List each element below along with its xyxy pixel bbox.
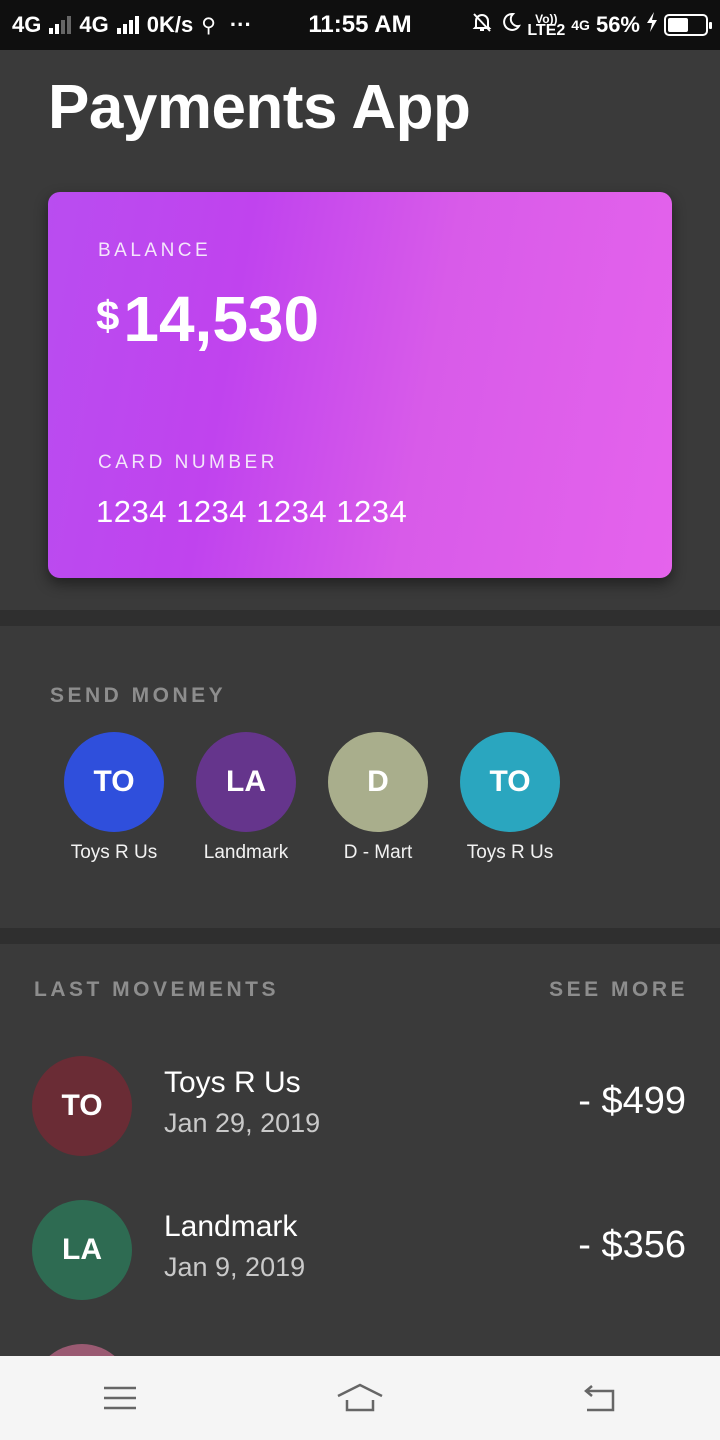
send-money-label: SEND MONEY bbox=[50, 684, 227, 707]
movement-avatar: LA bbox=[32, 1200, 132, 1300]
last-movements-label: LAST MOVEMENTS bbox=[34, 978, 280, 1001]
battery-percent: 56% bbox=[595, 12, 640, 37]
charging-icon bbox=[646, 11, 658, 39]
do-not-disturb-icon bbox=[499, 11, 522, 39]
contact-avatar[interactable]: LA bbox=[196, 732, 296, 832]
balance-label: BALANCE bbox=[98, 240, 212, 261]
see-more-link[interactable]: SEE MORE bbox=[549, 978, 688, 1002]
contact-item[interactable]: D D - Mart bbox=[318, 732, 438, 864]
usb-icon: ⚲ bbox=[201, 14, 216, 37]
movement-name: Toys R Us bbox=[164, 1066, 301, 1099]
contact-name: D - Mart bbox=[343, 842, 413, 863]
card-number: 1234 1234 1234 1234 bbox=[96, 494, 408, 529]
contact-avatar[interactable]: D bbox=[328, 732, 428, 832]
home-icon bbox=[337, 1383, 383, 1412]
battery-fill bbox=[668, 18, 689, 32]
movement-amount: - $356 bbox=[578, 1224, 686, 1266]
lte-text: LTE2 bbox=[527, 21, 566, 39]
list-item[interactable]: LA Landmark Jan 9, 2019 - $356 bbox=[0, 1200, 720, 1300]
network-type-1: 4G bbox=[12, 12, 42, 37]
balance-value: 14,530 bbox=[123, 283, 320, 355]
volte-indicator: Vo)) LTE2 bbox=[527, 13, 566, 39]
back-icon bbox=[584, 1385, 615, 1412]
home-button[interactable] bbox=[320, 1368, 400, 1428]
status-right: Vo)) LTE2 4G 56% bbox=[471, 11, 712, 39]
network-type-3: 4G bbox=[571, 16, 590, 33]
movement-amount: - $499 bbox=[578, 1080, 686, 1122]
movement-date: Jan 29, 2019 bbox=[164, 1108, 321, 1138]
contact-avatar[interactable]: TO bbox=[64, 732, 164, 832]
battery-icon bbox=[664, 14, 712, 36]
back-button[interactable] bbox=[560, 1368, 640, 1428]
contact-item[interactable]: TO Toys R Us bbox=[450, 732, 570, 864]
signal-icon-2 bbox=[116, 16, 139, 34]
movement-name: Landmark bbox=[164, 1210, 298, 1243]
list-item[interactable]: TO Toys R Us Jan 29, 2019 - $499 bbox=[0, 1056, 720, 1156]
status-bar: 4G 4G 0K/s ⚲ ··· 11:55 AM Vo)) LTE2 4G 56… bbox=[0, 0, 720, 50]
menu-button[interactable] bbox=[80, 1368, 160, 1428]
contact-item[interactable]: TO Toys R Us bbox=[54, 732, 174, 864]
contact-name: Toys R Us bbox=[70, 842, 158, 863]
system-nav-bar bbox=[0, 1356, 720, 1440]
currency-symbol: $ bbox=[96, 292, 120, 339]
contact-name: Toys R Us bbox=[466, 842, 554, 863]
notifications-off-icon bbox=[471, 11, 493, 39]
contact-avatar[interactable]: TO bbox=[460, 732, 560, 832]
divider bbox=[0, 610, 720, 626]
movement-date: Jan 9, 2019 bbox=[164, 1252, 306, 1282]
signal-icon-1 bbox=[49, 16, 72, 34]
more-dots-icon: ··· bbox=[229, 12, 252, 37]
network-speed: 0K/s bbox=[146, 12, 194, 37]
divider bbox=[0, 928, 720, 944]
status-left: 4G 4G 0K/s ⚲ ··· bbox=[12, 12, 252, 38]
network-type-2: 4G bbox=[79, 12, 109, 37]
page-title: Payments App bbox=[48, 73, 471, 142]
movement-avatar: TO bbox=[32, 1056, 132, 1156]
menu-icon bbox=[104, 1386, 136, 1410]
balance-amount: $ 14,530 bbox=[96, 282, 319, 356]
card-number-label: CARD NUMBER bbox=[98, 452, 278, 473]
contact-item[interactable]: LA Landmark bbox=[186, 732, 306, 864]
contact-name: Landmark bbox=[203, 842, 289, 863]
